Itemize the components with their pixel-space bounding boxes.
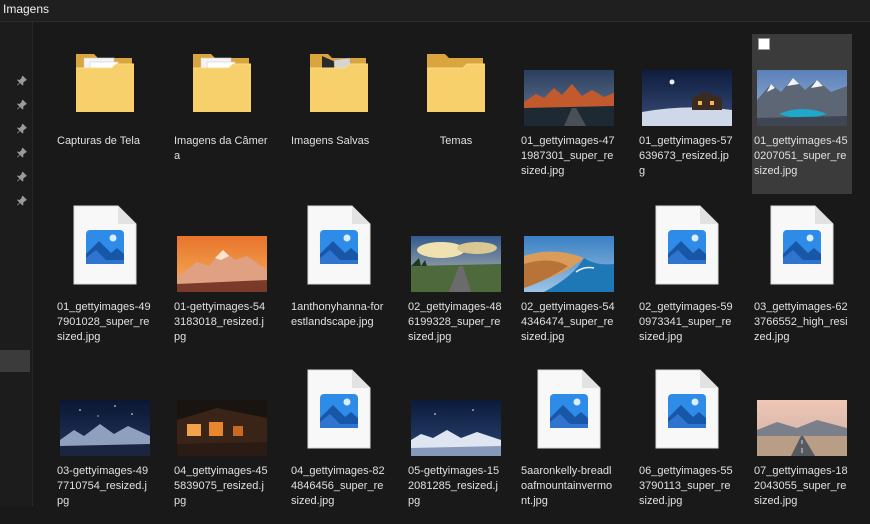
file-item[interactable]: 01_gettyimages-450207051_super_resized.j… (752, 34, 852, 194)
file-item[interactable]: 04_gettyimages-824846456_super_resized.j… (289, 364, 389, 524)
item-name-label: 02_gettyimages-544346474_super_resized.j… (521, 301, 615, 343)
image-file-icon (769, 204, 835, 291)
item-name-label: 02_gettyimages-486199328_super_resized.j… (408, 301, 502, 343)
image-file-icon (306, 368, 372, 455)
photo-thumbnail (411, 400, 501, 461)
item-name-label: 04_gettyimages-824846456_super_resized.j… (291, 465, 385, 507)
folder-icon (423, 48, 489, 123)
file-item[interactable]: 1anthonyhanna-forestlandscape.jpg (289, 200, 389, 360)
file-item[interactable]: 01_gettyimages-497901028_super_resized.j… (55, 200, 155, 360)
navigation-pane (0, 22, 32, 506)
photo-thumbnail (757, 70, 847, 131)
image-file-icon (72, 204, 138, 291)
photo-thumbnail (757, 400, 847, 461)
photo-thumbnail (642, 70, 732, 131)
folder-item[interactable]: Imagens Salvas (289, 34, 389, 194)
file-item[interactable]: 01_gettyimages-471987301_super_resized.j… (519, 34, 619, 194)
image-file-icon (536, 368, 602, 455)
item-name-label: Imagens Salvas (291, 135, 370, 147)
image-file-icon (654, 368, 720, 455)
folder-item[interactable]: Imagens da Câmera (172, 34, 272, 194)
item-name-label: 04_gettyimages-455839075_resized.jpg (174, 465, 268, 507)
item-name-label: 01_gettyimages-471987301_super_resized.j… (521, 135, 615, 177)
file-item[interactable]: 04_gettyimages-455839075_resized.jpg (172, 364, 272, 524)
file-item[interactable]: 03_gettyimages-623766552_high_resized.jp… (752, 200, 852, 360)
photo-thumbnail (524, 236, 614, 297)
file-item[interactable]: 01_gettyimages-57639673_resized.jpg (637, 34, 737, 194)
file-item[interactable]: 07_gettyimages-182043055_super_resized.j… (752, 364, 852, 524)
nav-selection-highlight[interactable] (0, 350, 30, 372)
item-name-label: Capturas de Tela (57, 135, 140, 147)
file-item[interactable]: 02_gettyimages-544346474_super_resized.j… (519, 200, 619, 360)
window-titlebar: Imagens (0, 0, 870, 22)
item-name-label: 03_gettyimages-623766552_high_resized.jp… (754, 301, 848, 343)
item-name-label: 1anthonyhanna-forestlandscape.jpg (291, 301, 384, 328)
item-name-label: 07_gettyimages-182043055_super_resized.j… (754, 465, 848, 507)
photo-thumbnail (60, 400, 150, 461)
folder-icon (189, 48, 255, 123)
item-name-label: 01_gettyimages-450207051_super_resized.j… (754, 135, 848, 177)
image-file-icon (306, 204, 372, 291)
selection-checkbox[interactable] (758, 38, 770, 50)
item-name-label: 01_gettyimages-497901028_super_resized.j… (57, 301, 151, 343)
folder-item[interactable]: Capturas de Tela (55, 34, 155, 194)
item-name-label: 06_gettyimages-553790113_super_resized.j… (639, 465, 733, 507)
photo-thumbnail (524, 70, 614, 131)
file-item[interactable]: 06_gettyimages-553790113_super_resized.j… (637, 364, 737, 524)
folder-icon (72, 48, 138, 123)
file-item[interactable]: 01-gettyimages-543183018_resized.jpg (172, 200, 272, 360)
item-name-label: 5aaronkelly-breadloafmountainvermont.jpg (521, 465, 613, 507)
item-name-label: Imagens da Câmera (174, 135, 268, 162)
pin-icon[interactable] (16, 98, 28, 110)
file-item[interactable]: 03-gettyimages-497710754_resized.jpg (55, 364, 155, 524)
pin-icon[interactable] (16, 194, 28, 206)
item-name-label: Temas (439, 135, 473, 147)
pin-icon[interactable] (16, 74, 28, 86)
pin-icon[interactable] (16, 122, 28, 134)
pin-icon[interactable] (16, 146, 28, 158)
item-name-label: 01-gettyimages-543183018_resized.jpg (174, 301, 266, 343)
file-item[interactable]: 02_gettyimages-486199328_super_resized.j… (406, 200, 506, 360)
pin-icon[interactable] (16, 170, 28, 182)
item-name-label: 02_gettyimages-590973341_super_resized.j… (639, 301, 733, 343)
window-title: Imagens (3, 2, 50, 16)
photo-thumbnail (411, 236, 501, 297)
folder-item[interactable]: Temas (406, 34, 506, 194)
photo-thumbnail (177, 400, 267, 461)
file-item[interactable]: 05-gettyimages-152081285_resized.jpg (406, 364, 506, 524)
pane-divider[interactable] (32, 22, 33, 506)
item-name-label: 01_gettyimages-57639673_resized.jpg (639, 135, 733, 177)
folder-icon (306, 48, 372, 123)
image-file-icon (654, 204, 720, 291)
item-name-label: 03-gettyimages-497710754_resized.jpg (57, 465, 149, 507)
photo-thumbnail (177, 236, 267, 297)
file-item[interactable]: 02_gettyimages-590973341_super_resized.j… (637, 200, 737, 360)
file-grid: Capturas de Tela Imagens da Câmera Image… (55, 34, 870, 507)
item-name-label: 05-gettyimages-152081285_resized.jpg (408, 465, 500, 507)
file-item[interactable]: 5aaronkelly-breadloafmountainvermont.jpg (519, 364, 619, 524)
